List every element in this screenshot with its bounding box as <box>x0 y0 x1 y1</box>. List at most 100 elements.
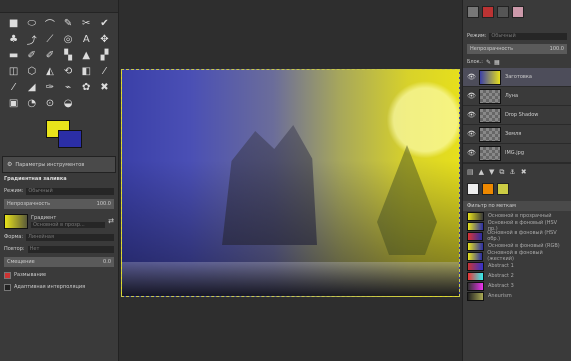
tool-button[interactable]: ⟲ <box>61 65 76 78</box>
tool-button[interactable]: ◢ <box>24 81 39 94</box>
reverse-gradient-icon[interactable]: ⇄ <box>108 217 114 225</box>
tool-button[interactable]: ◭ <box>42 65 57 78</box>
opacity-slider[interactable]: Непрозрачность 100.0 <box>4 199 114 209</box>
adaptive-checkbox[interactable] <box>4 283 11 291</box>
lower-layer-icon[interactable]: ▼ <box>489 168 494 177</box>
undo-tab[interactable] <box>512 6 524 18</box>
new-layer-icon[interactable]: ▤ <box>467 168 474 177</box>
layers-tab[interactable] <box>467 6 479 18</box>
tool-button[interactable]: ▬ <box>6 49 21 62</box>
channels-tab[interactable] <box>482 6 494 18</box>
gradient-thumb <box>467 241 484 251</box>
gradient-item[interactable]: Aneurism <box>463 291 571 301</box>
patterns-tab[interactable] <box>482 183 494 195</box>
tool-button[interactable]: ▲ <box>79 49 94 62</box>
repeat-select[interactable]: Нет <box>27 245 114 253</box>
gradient-thumb <box>467 211 484 221</box>
tool-button[interactable]: ▣ <box>6 97 21 110</box>
tool-button[interactable]: ✂ <box>79 17 94 30</box>
tool-button[interactable]: A <box>79 33 94 46</box>
layer-row[interactable]: 👁 Заготовка <box>463 68 571 87</box>
tool-button[interactable]: ✐ <box>24 49 39 62</box>
paths-tab[interactable] <box>497 6 509 18</box>
visibility-eye-icon[interactable]: 👁 <box>467 92 476 100</box>
lock-alpha-icon[interactable]: ▦ <box>494 59 500 66</box>
gradient-item[interactable]: Основной в фоновый (жесткий) <box>463 250 571 262</box>
layer-opacity-label: Непрозрачность <box>470 46 514 52</box>
tool-button[interactable]: ✎ <box>61 17 76 30</box>
gradient-select[interactable]: Основной в прозр... <box>31 221 106 228</box>
tool-button[interactable]: ⌁ <box>61 81 76 94</box>
gradient-name: Основной в фоновый (RGB) <box>488 243 560 249</box>
layer-row[interactable]: 👁 Земля <box>463 125 571 144</box>
gradient-thumb <box>467 251 484 261</box>
raise-layer-icon[interactable]: ▲ <box>479 168 484 177</box>
tool-button[interactable]: ✖ <box>97 81 112 94</box>
gradient-thumb <box>467 221 484 231</box>
tool-button[interactable]: ◧ <box>79 65 94 78</box>
gradient-item[interactable]: Abstract 1 <box>463 261 571 271</box>
tool-button[interactable]: ✔ <box>97 17 112 30</box>
gradient-name: Основной в фоновый (жесткий) <box>487 250 543 262</box>
tool-grid: ■ ⬭ ⌒ ✎ ✂ ✔ ♣ ⤴ ⟋ ◎ A ✥ ▬ ✐ ✐ ▚ ▲ ▞ ◫ ⬡ ◭ ⟲ ◧ ⁄ ⁄ ◢ ✑ ⌁ ✿ ✖ ▣ ◔ ⊙ ◒ <box>0 13 118 114</box>
gradients-filter-title: Фильтр по меткам <box>463 201 571 211</box>
layer-opacity-slider[interactable]: Непрозрачность 100.0 <box>467 44 567 54</box>
brushes-tab[interactable] <box>467 183 479 195</box>
tool-button[interactable]: ◎ <box>61 33 76 46</box>
layer-row[interactable]: 👁 IMG.jpg <box>463 144 571 163</box>
layer-mode-label: Режим: <box>467 33 487 39</box>
gradient-name: Abstract 3 <box>488 283 514 289</box>
tool-button[interactable]: ▚ <box>61 49 76 62</box>
layer-mode-select[interactable]: Обычный <box>489 32 567 40</box>
tool-button[interactable]: ■ <box>6 17 21 30</box>
tool-button[interactable]: ♣ <box>6 33 21 46</box>
tool-button[interactable]: ▞ <box>97 49 112 62</box>
visibility-eye-icon[interactable]: 👁 <box>467 73 476 81</box>
tool-button[interactable]: ⊙ <box>42 97 57 110</box>
tool-button[interactable]: ⁄ <box>6 81 21 94</box>
anchor-layer-icon[interactable]: ⚓ <box>509 168 515 177</box>
background-color-swatch[interactable] <box>58 130 82 148</box>
tool-button[interactable]: ✿ <box>79 81 94 94</box>
gradient-item[interactable]: Основной в фоновый (HSV обр.) <box>463 230 571 242</box>
dither-checkbox[interactable] <box>4 271 11 279</box>
shape-row: Форма: Линейная <box>0 231 118 243</box>
tool-button[interactable]: ⌒ <box>42 17 57 31</box>
offset-slider[interactable]: Смещение 0.0 <box>4 257 114 267</box>
tool-button[interactable]: ✥ <box>97 33 112 46</box>
tool-button[interactable]: ⟋ <box>42 33 57 46</box>
lock-pixels-icon[interactable]: ✎ <box>486 59 491 66</box>
mode-select[interactable]: Обычный <box>26 187 114 195</box>
gradient-name: Abstract 1 <box>488 263 514 269</box>
tool-button[interactable]: ◒ <box>61 97 76 110</box>
duplicate-layer-icon[interactable]: ⧉ <box>499 168 504 177</box>
tool-button[interactable]: ◫ <box>6 65 21 78</box>
tool-options-tab[interactable]: ⚙ Параметры инструментов <box>2 156 116 173</box>
tool-button[interactable]: ✑ <box>42 81 57 94</box>
visibility-eye-icon[interactable]: 👁 <box>467 130 476 138</box>
visibility-eye-icon[interactable]: 👁 <box>467 111 476 119</box>
gradient-item[interactable]: Abstract 2 <box>463 271 571 281</box>
layer-name: Заготовка <box>505 74 532 80</box>
image-canvas[interactable] <box>121 69 460 297</box>
tool-button[interactable]: ⬡ <box>24 65 39 78</box>
gradient-preview[interactable] <box>4 213 28 229</box>
delete-layer-icon[interactable]: ✖ <box>521 168 527 177</box>
tool-button[interactable]: ⬭ <box>24 17 39 30</box>
mode-label: Режим: <box>4 188 24 194</box>
layer-row[interactable]: 👁 Луна <box>463 87 571 106</box>
visibility-eye-icon[interactable]: 👁 <box>467 149 476 157</box>
tool-button[interactable]: ◔ <box>24 97 39 110</box>
canvas-area[interactable] <box>119 0 462 361</box>
mode-row: Режим: Обычный <box>0 185 118 197</box>
shape-select[interactable]: Линейная <box>26 233 114 241</box>
offset-label: Смещение <box>7 259 35 265</box>
gradient-item[interactable]: Abstract 3 <box>463 281 571 291</box>
tool-button[interactable]: ⁄ <box>97 65 112 78</box>
layer-row[interactable]: 👁 Drop Shadow <box>463 106 571 125</box>
tool-button[interactable]: ⤴ <box>24 33 39 47</box>
gradients-list: Основной в прозрачный Основной в фоновый … <box>463 211 571 301</box>
gradients-tab[interactable] <box>497 183 509 195</box>
gradient-name: Aneurism <box>488 293 512 299</box>
tool-button[interactable]: ✐ <box>42 49 57 62</box>
